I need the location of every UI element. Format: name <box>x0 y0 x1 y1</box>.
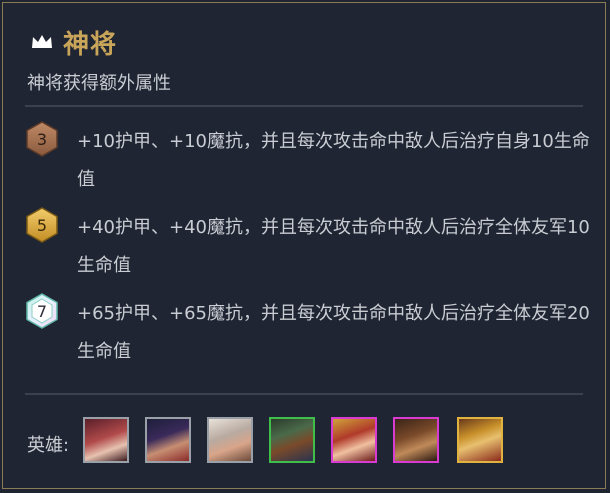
tier-effect-text: +10护甲、+10魔抗，并且每次攻击命中敌人后治疗自身10生命值 <box>77 131 590 190</box>
hero-portrait-2[interactable] <box>145 417 191 463</box>
trait-description: 神将获得额外属性 <box>27 73 171 94</box>
tier-count: 7 <box>37 302 47 321</box>
heroes-label: 英雄: <box>27 435 70 456</box>
hero-portrait-6[interactable] <box>393 417 439 463</box>
trait-name: 神将 <box>63 29 118 60</box>
tier-badge-bronze-icon: 3 <box>26 121 58 157</box>
tier-count: 5 <box>37 216 47 235</box>
tier-badge-gold-icon: 5 <box>26 207 58 243</box>
hero-portrait-5[interactable] <box>331 417 377 463</box>
divider-top <box>25 105 583 107</box>
tier-badge-prismatic-icon: 7 <box>26 293 58 329</box>
hero-portrait-3[interactable] <box>207 417 253 463</box>
hero-portrait-7[interactable] <box>457 417 503 463</box>
tier-count: 3 <box>37 130 47 149</box>
trait-tooltip-panel: 神将 神将获得额外属性 3 +10护甲、+10魔抗，并且每次攻击命中敌人后治疗自… <box>2 2 606 489</box>
tier-row-3: 3 +10护甲、+10魔抗，并且每次攻击命中敌人后治疗自身10生命值 <box>25 121 595 201</box>
trait-header: 神将 <box>31 25 118 60</box>
tier-row-5: 5 +40护甲、+40魔抗，并且每次攻击命中敌人后治疗全体友军10生命值 <box>25 207 595 287</box>
tier-effect-text: +65护甲、+65魔抗，并且每次攻击命中敌人后治疗全体友军20生命值 <box>77 303 590 362</box>
tier-effect-text: +40护甲、+40魔抗，并且每次攻击命中敌人后治疗全体友军10生命值 <box>77 217 590 276</box>
hero-portrait-1[interactable] <box>83 417 129 463</box>
tier-row-7: 7 +65护甲、+65魔抗，并且每次攻击命中敌人后治疗全体友军20生命值 <box>25 293 595 373</box>
divider-bottom <box>25 393 583 395</box>
hero-portrait-4[interactable] <box>269 417 315 463</box>
crown-icon <box>32 35 52 48</box>
